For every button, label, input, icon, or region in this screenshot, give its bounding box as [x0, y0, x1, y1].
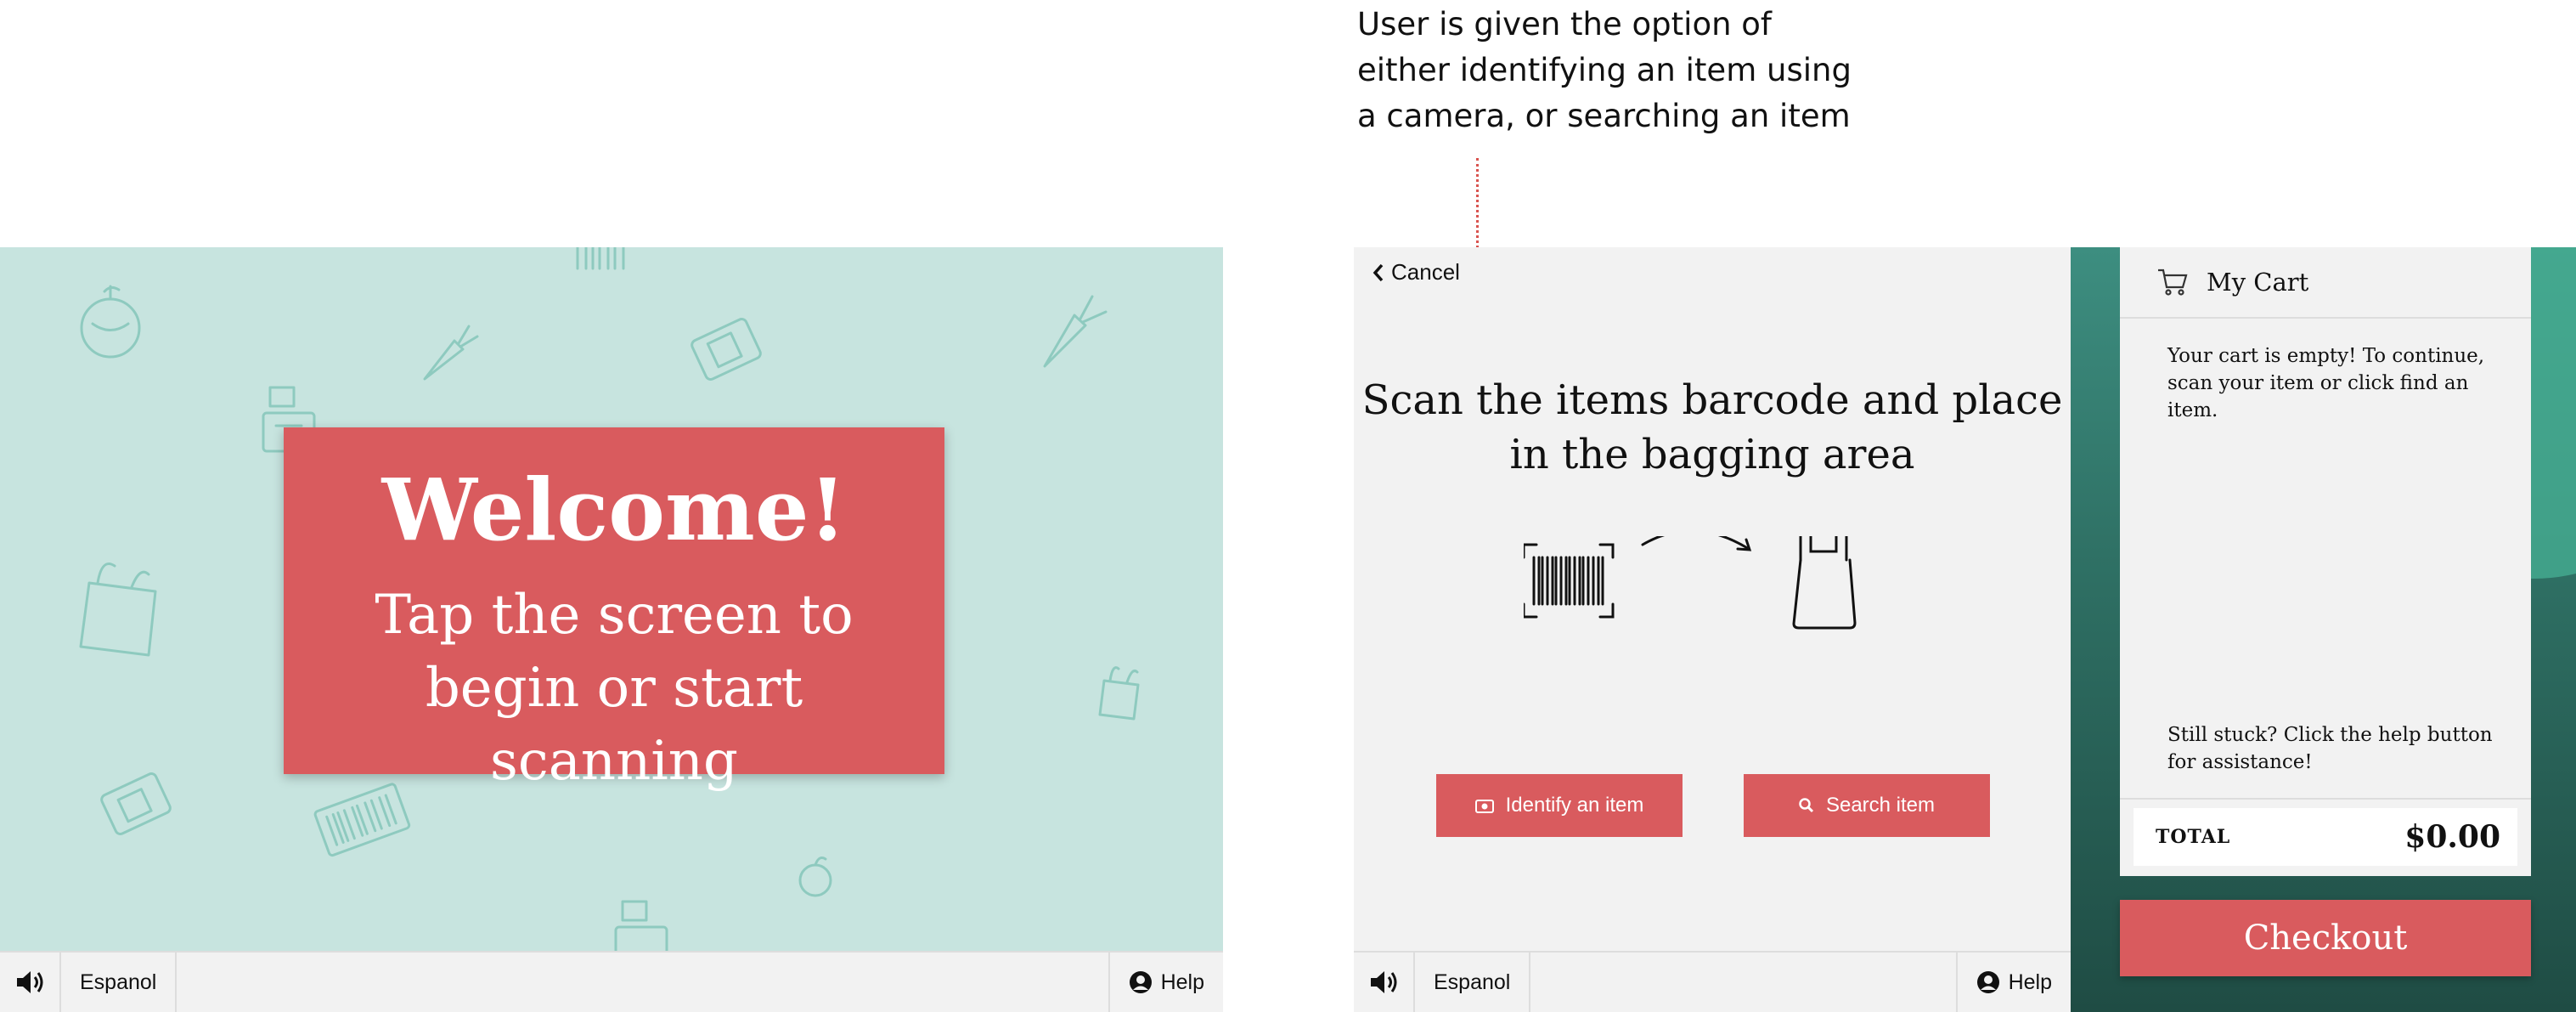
- camera-icon: [1474, 800, 1494, 813]
- cart-card: My Cart Your cart is empty! To continue,…: [2120, 247, 2531, 876]
- divider: [2120, 798, 2531, 800]
- cancel-label: Cancel: [1391, 259, 1460, 285]
- cancel-button[interactable]: Cancel: [1373, 259, 1460, 286]
- identify-item-button[interactable]: Identify an item: [1436, 774, 1683, 837]
- cart-header: My Cart: [2120, 247, 2531, 319]
- shopping-bag-icon: [79, 563, 157, 657]
- welcome-card[interactable]: Welcome! Tap the screen to begin or star…: [284, 427, 944, 793]
- shopping-bag-icon: [1098, 666, 1140, 721]
- checkout-button[interactable]: Checkout: [2120, 900, 2531, 976]
- help-label: Help: [2008, 970, 2052, 994]
- scan-instruction: Scan the items barcode and place in the …: [1361, 376, 2063, 478]
- language-label: Espanol: [1434, 970, 1511, 994]
- welcome-footer: Espanol Help: [0, 951, 1223, 1012]
- cart-panel: My Cart Your cart is empty! To continue,…: [2071, 247, 2576, 1012]
- welcome-subtitle: Tap the screen to begin or start scannin…: [375, 584, 854, 793]
- sound-button[interactable]: [1354, 953, 1415, 1012]
- scan-footer: Espanol Help: [1354, 951, 2071, 1012]
- cart-icon: [2158, 269, 2188, 296]
- barcode-icon: [576, 247, 625, 270]
- search-item-label: Search item: [1825, 794, 1936, 817]
- help-label: Help: [1160, 970, 1204, 994]
- annotation-text: User is given the option of either ident…: [1357, 6, 1852, 134]
- scan-illustration: [1524, 536, 1857, 630]
- welcome-title: Welcome!: [381, 460, 847, 560]
- language-button[interactable]: Espanol: [61, 953, 178, 1012]
- help-button[interactable]: Help: [1108, 953, 1223, 1012]
- help-button[interactable]: Help: [1955, 953, 2071, 1012]
- speaker-icon: [1371, 971, 1397, 993]
- barcode-icon: [1524, 543, 1615, 619]
- orange-icon: [80, 285, 141, 359]
- scan-screen: Cancel Scan the items barcode and place …: [1354, 247, 2576, 1012]
- arrow-icon: [1641, 536, 1752, 551]
- chevron-left-icon: [1373, 263, 1384, 281]
- cash-register-icon: [614, 900, 668, 953]
- identify-item-label: Identify an item: [1505, 794, 1644, 817]
- welcome-screen[interactable]: Welcome! Tap the screen to begin or star…: [0, 247, 1223, 1012]
- atm-card-icon: [691, 318, 762, 381]
- total-amount: $0.00: [2404, 819, 2500, 855]
- shopping-bag-icon: [1792, 536, 1857, 630]
- total-label: TOTAL: [2156, 826, 2231, 848]
- total-box: TOTAL $0.00: [2134, 808, 2517, 866]
- account-circle-icon: [1976, 971, 1999, 993]
- language-label: Espanol: [80, 970, 157, 994]
- search-item-button[interactable]: Search item: [1744, 774, 1990, 837]
- speaker-icon: [17, 971, 43, 993]
- cart-empty-message: Your cart is empty! To continue, scan yo…: [2167, 345, 2485, 421]
- carrot-icon: [423, 325, 479, 381]
- language-button[interactable]: Espanol: [1415, 953, 1531, 1012]
- atm-card-icon: [100, 772, 172, 835]
- carrot-icon: [1043, 295, 1108, 368]
- search-icon: [1799, 798, 1814, 813]
- sound-button[interactable]: [0, 953, 61, 1012]
- onion-icon: [798, 857, 832, 897]
- cart-help-message: Still stuck? Click the help button for a…: [2167, 724, 2493, 773]
- cart-title: My Cart: [2207, 268, 2309, 297]
- account-circle-icon: [1129, 971, 1152, 993]
